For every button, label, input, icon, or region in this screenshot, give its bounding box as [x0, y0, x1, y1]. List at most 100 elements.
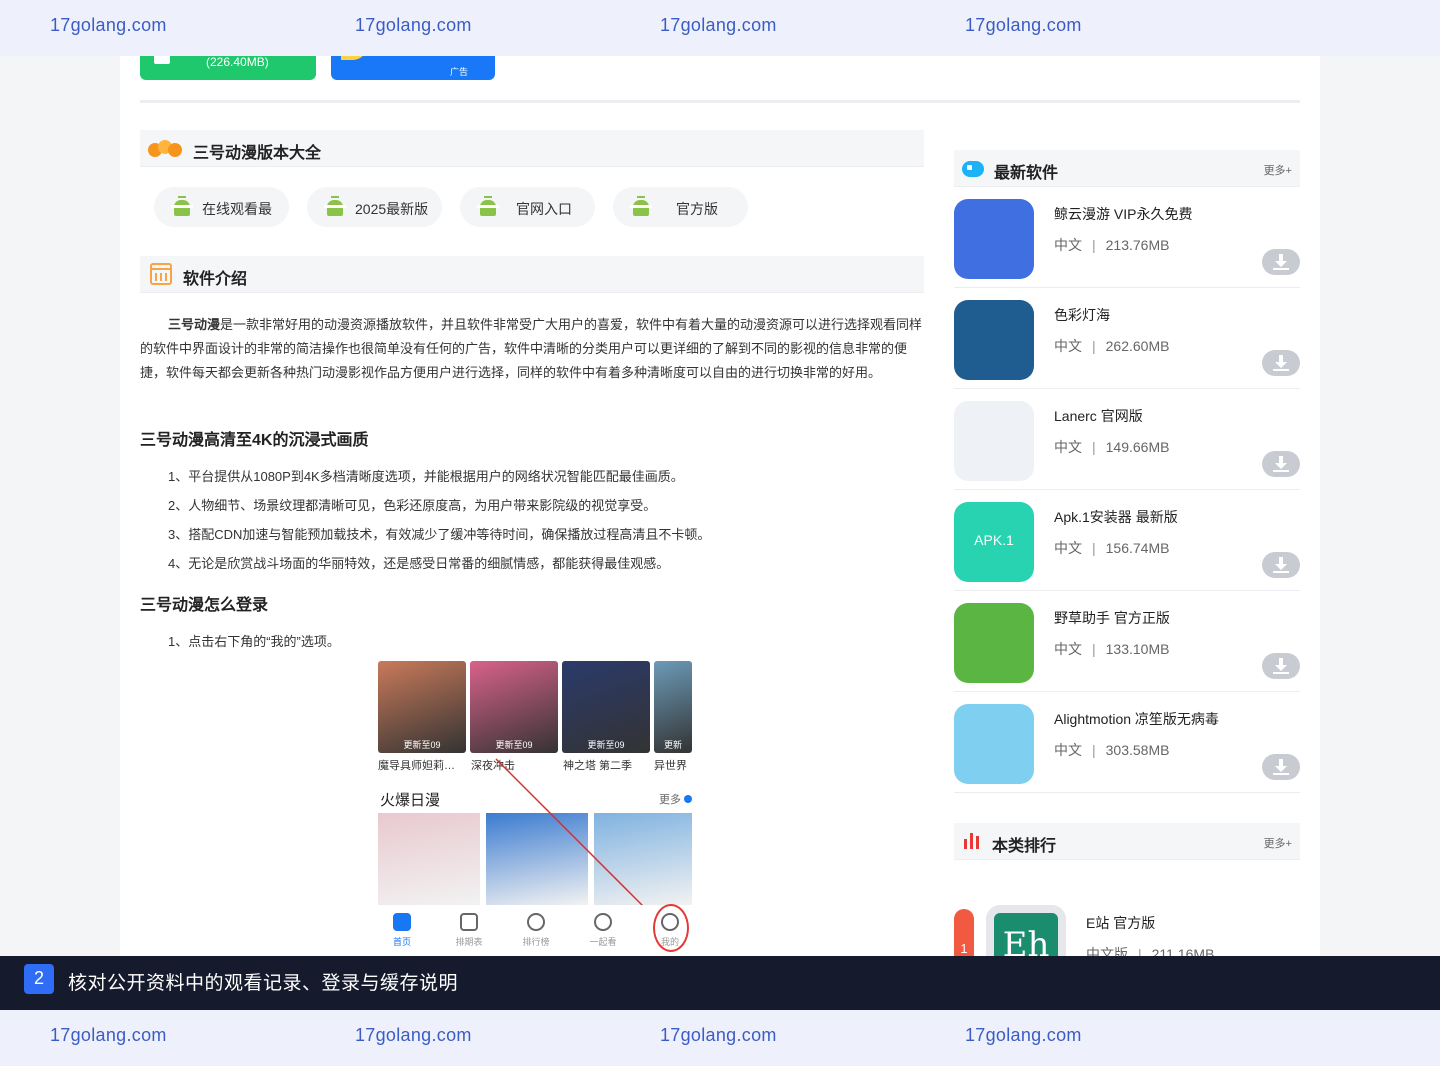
intro-text: 是一款非常好用的动漫资源播放软件，并且软件非常受广大用户的喜爱，软件中有着大量的…: [140, 317, 923, 380]
app-tab-bar: 首页 排期表 排行榜 一起看 我的: [378, 905, 692, 955]
watermark-bar-bottom: 17golang.com 17golang.com 17golang.com 1…: [0, 1010, 1440, 1066]
main-column: 三号动漫版本大全 在线观看最 2025最新版 官网入口 官方版 软件介绍 三号动…: [140, 130, 924, 955]
home-icon: [393, 913, 411, 931]
watermark-text: 17golang.com: [660, 1025, 777, 1045]
download-icon[interactable]: [1262, 350, 1300, 376]
app-icon[interactable]: [954, 401, 1034, 481]
versions-icon: [148, 140, 184, 158]
app-icon[interactable]: APK.1: [954, 502, 1034, 582]
android-icon: [477, 196, 499, 216]
app-size: 211.16MB: [1151, 946, 1215, 956]
download-icon[interactable]: [1262, 653, 1300, 679]
app-screenshot: 更新至09 更新至09 更新至09 更新 魔导具师妲莉… 深夜冲击 神之塔 第二…: [378, 661, 692, 955]
download-icon[interactable]: [1262, 451, 1300, 477]
watermark-text: 17golang.com: [355, 15, 472, 35]
app-name[interactable]: 色彩灯海: [1054, 305, 1110, 325]
tab-schedule: 排期表: [449, 907, 489, 948]
intro-title: 软件介绍: [183, 271, 248, 288]
step-badge: 2: [24, 964, 54, 994]
versions-title: 三号动漫版本大全: [193, 145, 322, 162]
app-list-item[interactable]: 色彩灯海 中文 | 262.60MB: [954, 288, 1300, 389]
bar-chart-icon: [964, 833, 982, 849]
app-list-item[interactable]: APK.1 Apk.1安装器 最新版 中文 | 156.74MB: [954, 490, 1300, 591]
app-lang: 中文: [1054, 439, 1082, 455]
app-name-bold: 三号动漫: [168, 317, 221, 332]
section-heading-login: 三号动漫怎么登录: [140, 597, 269, 614]
app-size: 213.76MB: [1105, 237, 1170, 253]
app-icon[interactable]: [954, 704, 1034, 784]
app-icon[interactable]: [954, 603, 1034, 683]
list-item: 1、平台提供从1080P到4K多档清晰度选项，并能根据用户的网络状况智能匹配最佳…: [168, 469, 684, 484]
app-meta: 中文 | 149.66MB: [1054, 439, 1170, 455]
intro-paragraph: 三号动漫是一款非常好用的动漫资源播放软件，并且软件非常受广大用户的喜爱，软件中有…: [140, 313, 924, 385]
ranking-header: 本类排行 更多+: [954, 823, 1300, 860]
download-size: (226.40MB): [206, 55, 269, 69]
android-icon: [630, 196, 652, 216]
download-icon[interactable]: [1262, 552, 1300, 578]
watermark-text: 17golang.com: [50, 1025, 167, 1045]
watermark-text: 17golang.com: [965, 1025, 1082, 1045]
version-tag-label: 2025最新版: [355, 201, 429, 217]
version-tag-label: 在线观看最: [202, 201, 272, 217]
play-icon: [594, 913, 612, 931]
app-meta: 中文 | 156.74MB: [1054, 540, 1170, 556]
calendar-icon: [150, 263, 172, 285]
download-icon[interactable]: [1262, 249, 1300, 275]
list-item: 4、无论是欣赏战斗场面的华丽特效，还是感受日常番的细腻情感，都能获得最佳观感。: [168, 556, 670, 571]
app-list-item[interactable]: 野草助手 官方正版 中文 | 133.10MB: [954, 591, 1300, 692]
app-name[interactable]: E站 官方版: [1086, 913, 1155, 933]
sidebar: 最新软件 更多+ 鲸云漫游 VIP永久免费 中文 | 213.76MB 色彩灯海 中…: [954, 150, 1300, 956]
watermark-text: 17golang.com: [355, 1025, 472, 1045]
versions-header: 三号动漫版本大全: [140, 130, 924, 167]
app-name[interactable]: Alightmotion 凉笙版无病毒: [1054, 709, 1219, 729]
list-item: 3、搭配CDN加速与智能预加载技术，有效减少了缓冲等待时间，确保播放过程高清且不…: [168, 527, 711, 542]
app-meta: 中文版 | 211.16MB: [1086, 944, 1214, 956]
app-list-item[interactable]: Alightmotion 凉笙版无病毒 中文 | 303.58MB: [954, 692, 1300, 793]
version-tag[interactable]: 官网入口: [460, 187, 595, 227]
ranking-more-link[interactable]: 更多+: [1264, 835, 1292, 851]
watermark-text: 17golang.com: [965, 15, 1082, 35]
tab-watch-together: 一起看: [583, 907, 623, 948]
ad-label: 广告: [450, 67, 469, 77]
app-name[interactable]: Lanerc 官网版: [1054, 406, 1143, 426]
app-name[interactable]: 鲸云漫游 VIP永久免费: [1054, 204, 1192, 224]
intro-header: 软件介绍: [140, 256, 924, 293]
app-meta: 中文 | 262.60MB: [1054, 338, 1170, 354]
latest-header: 最新软件 更多+: [954, 150, 1300, 187]
version-tag[interactable]: 2025最新版: [307, 187, 442, 227]
tab-label: 首页: [392, 937, 411, 947]
app-icon[interactable]: [954, 199, 1034, 279]
app-name[interactable]: 野草助手 官方正版: [1054, 608, 1170, 628]
divider: [140, 100, 1300, 103]
version-tag[interactable]: 官方版: [613, 187, 748, 227]
app-list-item[interactable]: Lanerc 官网版 中文 | 149.66MB: [954, 389, 1300, 490]
step-banner: 2 核对公开资料中的观看记录、登录与缓存说明: [0, 956, 1440, 1010]
app-list-item[interactable]: 鲸云漫游 VIP永久免费 中文 | 213.76MB: [954, 187, 1300, 288]
app-lang: 中文: [1054, 540, 1082, 556]
latest-more-link[interactable]: 更多+: [1264, 162, 1292, 178]
app-size: 303.58MB: [1105, 742, 1170, 758]
app-lang: 中文: [1054, 641, 1082, 657]
app-icon[interactable]: [954, 300, 1034, 380]
highlight-circle: [653, 904, 689, 952]
watermark-text: 17golang.com: [50, 15, 167, 35]
step-text: 核对公开资料中的观看记录、登录与缓存说明: [68, 973, 459, 994]
trophy-icon: [527, 913, 545, 931]
app-name[interactable]: Apk.1安装器 最新版: [1054, 507, 1178, 527]
latest-title: 最新软件: [994, 165, 1059, 182]
app-size: 262.60MB: [1105, 338, 1170, 354]
app-icon[interactable]: Eh: [986, 905, 1066, 956]
gamepad-icon: [962, 161, 984, 177]
tab-label: 排行榜: [522, 937, 550, 947]
app-meta: 中文 | 213.76MB: [1054, 237, 1170, 253]
watermark-text: 17golang.com: [660, 15, 777, 35]
download-icon[interactable]: [1262, 754, 1300, 780]
version-tag[interactable]: 在线观看最: [154, 187, 289, 227]
page-content: (226.40MB) 广告 三号动漫版本大全 在线观看最 2025最新版 官网入…: [120, 0, 1320, 956]
ranking-item[interactable]: 1 Eh E站 官方版 中文版 | 211.16MB: [954, 860, 1300, 956]
ranking-title: 本类排行: [992, 838, 1057, 855]
app-lang: 中文: [1054, 237, 1082, 253]
app-icon-text: APK.1: [974, 532, 1014, 548]
app-lang: 中文版: [1086, 946, 1128, 956]
list-item: 2、人物细节、场景纹理都清晰可见，色彩还原度高，为用户带来影院级的视觉享受。: [168, 498, 657, 513]
